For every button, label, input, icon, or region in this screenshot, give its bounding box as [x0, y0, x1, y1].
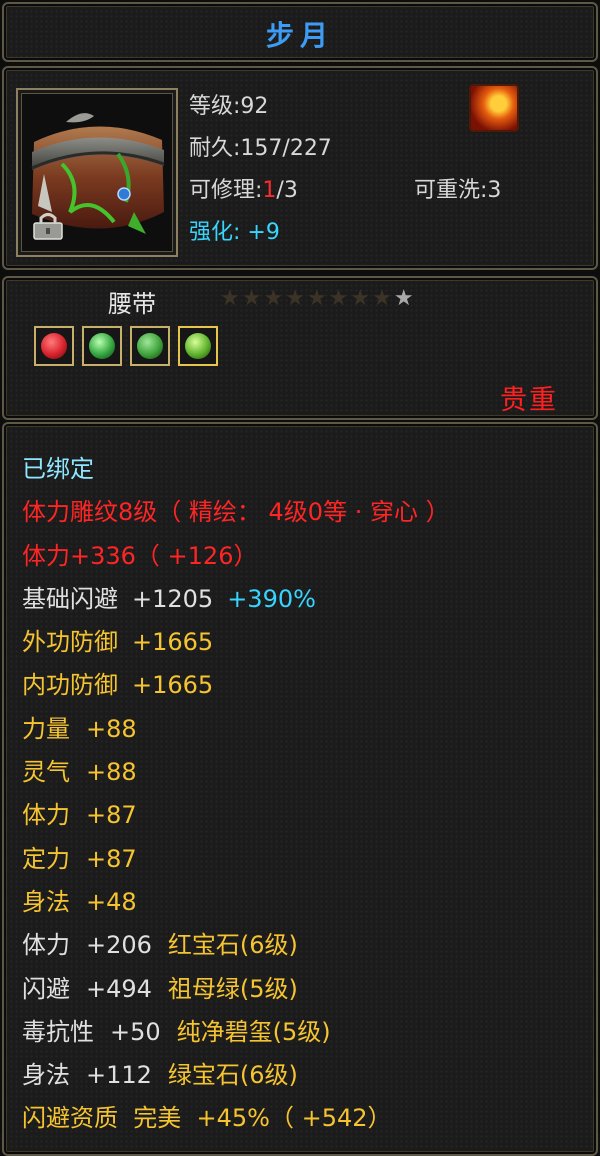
- focus-line: 定力 +87: [22, 838, 586, 881]
- gem-level: (6级): [239, 931, 298, 960]
- gem-name: 纯净碧玺: [176, 1017, 273, 1046]
- strength-label: 强化:: [189, 220, 241, 245]
- gem-slot-2[interactable]: [82, 326, 122, 366]
- attr-label: 外功防御: [22, 628, 118, 657]
- fire-rune-icon[interactable]: [469, 84, 519, 132]
- gem-slot-1[interactable]: [34, 326, 74, 366]
- gem-stamina-line: 体力 +206 红宝石(6级): [22, 924, 586, 967]
- gem-poison-line: 毒抗性 +50 纯净碧玺(5级): [22, 1011, 586, 1054]
- bound-status: 已绑定: [22, 455, 94, 483]
- star-icon-lit: ★: [393, 286, 414, 311]
- attr-label: 毒抗性: [22, 1017, 94, 1046]
- gem-name: 祖母绿: [167, 974, 240, 1003]
- rewash-text: 可重洗:3: [414, 178, 502, 203]
- attr-label: 内功防御: [22, 671, 118, 700]
- attr-value: +48: [86, 887, 137, 916]
- attr-label: 身法: [22, 887, 70, 916]
- gem-name: 绿宝石: [167, 1061, 240, 1090]
- type-panel: 腰带 ★ ★ ★ ★ ★ ★ ★ ★ ★ 贵重: [2, 276, 598, 420]
- spirit-line: 灵气 +88: [22, 751, 586, 794]
- gem-level: (6级): [239, 1061, 298, 1090]
- attr-label: 基础闪避: [22, 584, 118, 613]
- dodge-base-line: 基础闪避 +1205 +390%: [22, 578, 586, 621]
- attr-value: +206: [86, 931, 152, 960]
- gem-dodge-line: 闪避 +494 祖母绿(5级): [22, 968, 586, 1011]
- quality-line: 闪避资质 完美 +45%（ +542）: [22, 1104, 392, 1133]
- level-text: 等级:92: [189, 94, 269, 119]
- attr-label: 体力: [22, 801, 70, 830]
- attr-label: 定力: [22, 844, 70, 873]
- agility-line: 身法 +48: [22, 881, 586, 924]
- attr-label: 体力: [22, 931, 70, 960]
- attr-value: +1665: [132, 628, 214, 657]
- repair-used: 1: [262, 178, 277, 203]
- gem-agility-line: 身法 +112 绿宝石(6级): [22, 1054, 586, 1097]
- rarity-label: 贵重: [500, 385, 558, 416]
- jade-gem-icon: [137, 333, 163, 359]
- gem-name: 红宝石: [167, 931, 240, 960]
- attr-value: +50: [110, 1017, 161, 1046]
- stamina-main-line: 体力+336（ +126）: [22, 541, 258, 570]
- item-name: 步月: [265, 19, 334, 52]
- green-gem-icon: [185, 333, 211, 359]
- star-icon: ★: [306, 286, 327, 311]
- attributes-panel: 已绑定 体力雕纹8级（ 精绘： 4级0等 · 穿心 ） 体力+336（ +126…: [2, 422, 598, 1156]
- strength-text: 强化: +9: [189, 214, 280, 246]
- stamina-line: 体力 +87: [22, 794, 586, 837]
- power-line: 力量 +88: [22, 708, 586, 751]
- gem-slot-3[interactable]: [130, 326, 170, 366]
- gem-slot-4[interactable]: [178, 326, 218, 366]
- gem-slots: [34, 326, 218, 366]
- inner-defense-line: 内功防御 +1665: [22, 664, 586, 707]
- star-icon: ★: [220, 286, 240, 311]
- attr-value: +1205: [132, 584, 214, 613]
- star-rating: ★ ★ ★ ★ ★ ★ ★ ★ ★: [220, 286, 414, 312]
- star-icon: ★: [241, 286, 262, 311]
- repair-label: 可修理:: [189, 178, 263, 203]
- attr-label: 力量: [22, 714, 70, 743]
- repair-total: /3: [276, 178, 298, 203]
- star-icon: ★: [285, 286, 305, 311]
- emerald-gem-icon: [89, 333, 115, 359]
- gem-level: (5级): [272, 1017, 331, 1046]
- info-panel: 等级:92 耐久:157/227 可修理:1/3 可重洗:3 强化: +9: [2, 66, 598, 270]
- strength-value: +9: [247, 220, 280, 245]
- engrave-line: 体力雕纹8级（ 精绘： 4级0等 · 穿心 ）: [22, 498, 450, 527]
- attribute-list: 已绑定 体力雕纹8级（ 精绘： 4级0等 · 穿心 ） 体力+336（ +126…: [22, 448, 586, 1141]
- attr-value: +112: [86, 1061, 152, 1090]
- star-icon: ★: [328, 286, 349, 311]
- star-icon: ★: [372, 286, 392, 311]
- attr-extra: +390%: [227, 584, 316, 613]
- gem-level: (5级): [239, 974, 298, 1003]
- attr-label: 灵气: [22, 758, 70, 787]
- attr-value: +88: [86, 714, 137, 743]
- attr-value: +1665: [132, 671, 214, 700]
- ruby-gem-icon: [41, 333, 67, 359]
- durability-text: 耐久:157/227: [189, 136, 332, 161]
- attr-value: +87: [86, 801, 137, 830]
- attr-value: +494: [86, 974, 152, 1003]
- item-tooltip: 步月 等级:92 耐久:157/227 可修理:1/3 可重洗:3 强化: +9…: [0, 0, 600, 1156]
- title-panel: 步月: [2, 2, 598, 62]
- attr-value: +87: [86, 844, 137, 873]
- item-type: 腰带: [108, 290, 156, 318]
- star-icon: ★: [350, 286, 371, 311]
- attr-value: +88: [86, 758, 137, 787]
- bound-lock-icon: [33, 213, 63, 240]
- attr-label: 闪避: [22, 974, 70, 1003]
- item-icon-frame: [16, 88, 178, 257]
- star-icon: ★: [263, 286, 284, 311]
- attr-label: 身法: [22, 1061, 70, 1090]
- repair-text: 可修理:1/3: [189, 172, 298, 204]
- outer-defense-line: 外功防御 +1665: [22, 621, 586, 664]
